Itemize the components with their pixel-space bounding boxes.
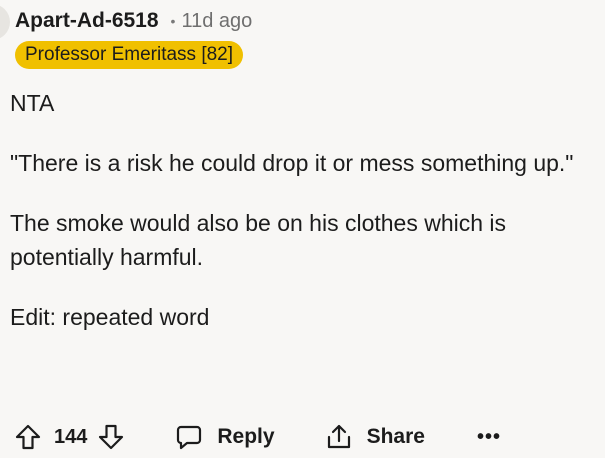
more-options-button[interactable]: ••• (477, 426, 501, 449)
reply-button[interactable]: Reply (175, 423, 275, 451)
reply-label: Reply (217, 425, 275, 448)
comment-paragraph: "There is a risk he could drop it or mes… (10, 150, 574, 176)
meta-separator: • (170, 13, 176, 29)
comment-paragraph: Edit: repeated word (10, 304, 210, 330)
vote-control: 144 (14, 423, 125, 451)
downvote-arrow-icon[interactable] (97, 423, 125, 451)
comment-meta: Apart-Ad-6518 • 11d ago (15, 6, 252, 36)
vote-score: 144 (54, 425, 88, 448)
comment-body: NTA "There is a risk he could drop it or… (10, 86, 600, 360)
upvote-arrow-icon[interactable] (14, 423, 42, 451)
comment-action-bar: 144 Reply Share ••• (14, 419, 501, 455)
avatar[interactable] (0, 4, 10, 40)
comment-paragraph: NTA (10, 90, 55, 116)
share-button[interactable]: Share (325, 423, 425, 451)
comment-timestamp[interactable]: 11d ago (181, 10, 252, 33)
comment: Apart-Ad-6518 • 11d ago Professor Emerit… (0, 0, 605, 458)
username-link[interactable]: Apart-Ad-6518 (15, 9, 159, 33)
share-upload-icon (325, 423, 353, 451)
user-flair: Professor Emeritass [82] (15, 41, 244, 69)
speech-bubble-icon (175, 423, 203, 451)
comment-paragraph: The smoke would also be on his clothes w… (10, 210, 507, 270)
share-label: Share (366, 425, 425, 448)
